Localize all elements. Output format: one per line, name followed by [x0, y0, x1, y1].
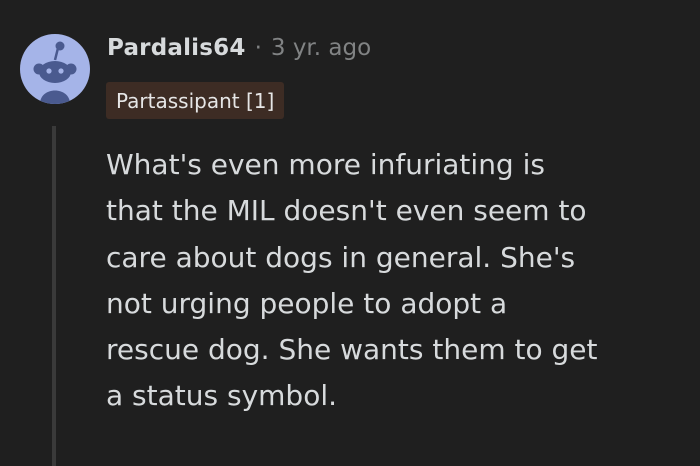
- comment-line: that the MIL doesn't even seem to: [106, 194, 587, 228]
- reddit-snoo-avatar-icon: [33, 41, 77, 104]
- comment-line: rescue dog. She wants them to get: [106, 333, 598, 367]
- comment-line: a status symbol.: [106, 379, 338, 413]
- user-flair: Partassipant [1]: [106, 82, 285, 119]
- comment: Pardalis64 · 3 yr. ago Partassipant [1] …: [0, 0, 700, 466]
- comment-age[interactable]: 3 yr. ago: [271, 35, 371, 61]
- thread-line[interactable]: [52, 126, 56, 466]
- comment-line: What's even more infuriating is: [106, 148, 545, 181]
- comment-meta: Pardalis64 · 3 yr. ago: [107, 30, 371, 66]
- comment-line: care about dogs in general. She's: [106, 240, 576, 274]
- meta-separator: ·: [254, 35, 262, 61]
- username[interactable]: Pardalis64: [107, 35, 246, 61]
- comment-line: not urging people to adopt a: [106, 286, 508, 320]
- avatar[interactable]: [20, 34, 90, 104]
- comment-body: What's even more infuriating is that the…: [106, 142, 696, 420]
